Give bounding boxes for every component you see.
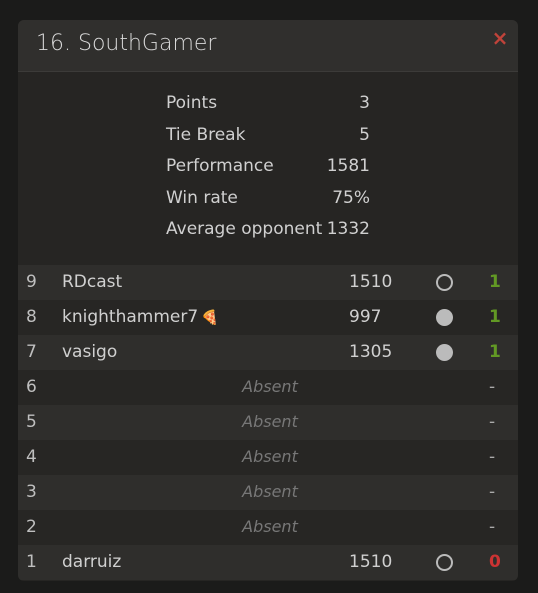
game-row[interactable]: 7 vasigo 1305 1	[18, 335, 518, 370]
opponent-name[interactable]: vasigo	[62, 342, 117, 362]
stat-value: 1581	[326, 156, 370, 176]
game-result: 0	[489, 552, 501, 572]
stat-label: Performance	[166, 156, 274, 176]
game-result: 1	[489, 342, 501, 362]
game-result: 1	[489, 272, 501, 292]
stat-tie-break: Tie Break 5	[166, 124, 386, 156]
opponent-rating: 1510	[349, 552, 393, 572]
game-row: 5 Absent -	[18, 405, 518, 440]
stat-value: 3	[359, 93, 370, 113]
player-title: 16. SouthGamer	[36, 31, 217, 56]
round-number: 8	[26, 307, 37, 327]
opponent-cell[interactable]: knighthammer7 🍕	[62, 307, 219, 327]
game-row[interactable]: 9 RDcast 1510 1	[18, 265, 518, 300]
game-result: -	[489, 447, 496, 467]
white-piece-icon	[436, 554, 453, 571]
game-row: 4 Absent -	[18, 440, 518, 475]
opponent-rating: 997	[349, 307, 382, 327]
stat-label: Points	[166, 93, 218, 113]
pizza-icon: 🍕	[201, 310, 219, 326]
close-icon[interactable]: ×	[490, 28, 510, 48]
opponent-name[interactable]: RDcast	[62, 272, 122, 292]
stat-points: Points 3	[166, 92, 386, 124]
stat-label: Tie Break	[166, 124, 246, 145]
game-row: 3 Absent -	[18, 475, 518, 510]
opponent-rating: 1510	[349, 272, 393, 292]
absent-label: Absent	[242, 412, 298, 431]
game-row[interactable]: 1 darruiz 1510 0	[18, 545, 518, 580]
round-number: 1	[26, 552, 37, 572]
player-stats: Points 3 Tie Break 5 Performance 1581 Wi…	[166, 92, 386, 250]
opponent-name[interactable]: darruiz	[62, 552, 121, 572]
stat-value: 1332	[326, 219, 370, 239]
game-row[interactable]: 8 knighthammer7 🍕 997 1	[18, 300, 518, 335]
black-piece-icon	[436, 309, 453, 326]
game-result: -	[489, 412, 496, 432]
black-piece-icon	[436, 344, 453, 361]
game-result: -	[489, 482, 496, 502]
round-number: 7	[26, 342, 37, 362]
absent-label: Absent	[242, 447, 298, 466]
stat-win-rate: Win rate 75%	[166, 187, 386, 219]
stat-label: Win rate	[166, 187, 238, 208]
game-result: -	[489, 377, 496, 397]
absent-label: Absent	[242, 482, 298, 501]
panel-header: 16. SouthGamer ×	[18, 20, 518, 72]
stat-value: 5	[359, 124, 370, 145]
opponent-name[interactable]: knighthammer7	[62, 307, 198, 327]
white-piece-icon	[436, 274, 453, 291]
game-row: 2 Absent -	[18, 510, 518, 545]
game-result: -	[489, 517, 496, 537]
opponent-rating: 1305	[349, 342, 393, 362]
stat-value: 75%	[332, 187, 370, 208]
player-info-panel: 16. SouthGamer × Points 3 Tie Break 5 Pe…	[18, 20, 518, 581]
stat-average-opponent: Average opponent 1332	[166, 218, 386, 250]
game-row: 6 Absent -	[18, 370, 518, 405]
games-table: 9 RDcast 1510 1 8 knighthammer7 🍕 997 1 7…	[18, 265, 518, 580]
absent-label: Absent	[242, 517, 298, 536]
game-result: 1	[489, 307, 501, 327]
round-number: 9	[26, 272, 37, 292]
stat-performance: Performance 1581	[166, 155, 386, 187]
stat-label: Average opponent	[166, 219, 323, 239]
absent-label: Absent	[242, 377, 298, 396]
